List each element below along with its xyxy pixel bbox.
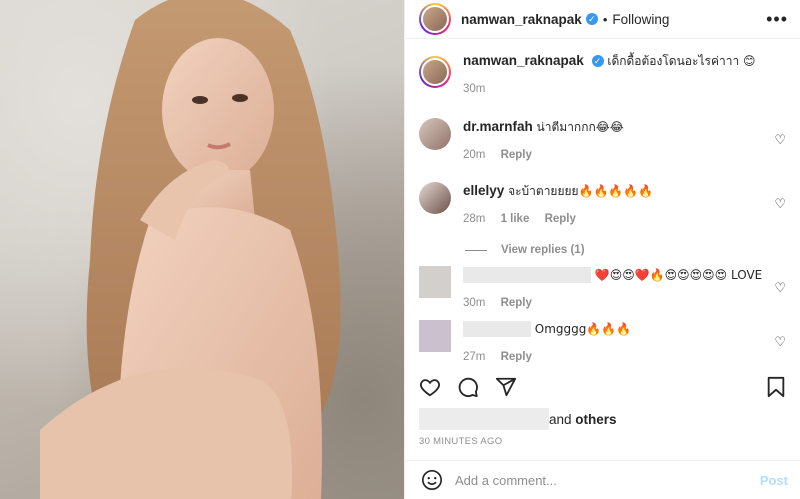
commenter-avatar[interactable] — [419, 118, 451, 150]
commenter-avatar[interactable] — [419, 320, 451, 352]
caption-time: 30m — [463, 83, 486, 95]
action-bar — [419, 374, 786, 400]
likes-others-link[interactable]: others — [575, 412, 616, 427]
caption: namwan_raknapak ✓ เด็กดื้อต้องโดนอะไรค่า… — [419, 52, 786, 98]
commenter-avatar[interactable] — [419, 266, 451, 298]
caption-username[interactable]: namwan_raknapak — [463, 53, 584, 68]
comment-item: dr.marnfah น่าตีมากกก😂😂 20m Reply ♡ — [419, 118, 786, 164]
comment-time: 30m — [463, 297, 486, 309]
author-avatar[interactable] — [419, 3, 451, 35]
view-replies-button[interactable]: View replies (1) — [465, 244, 786, 256]
reply-button[interactable]: Reply — [501, 149, 532, 161]
photo-figure — [40, 0, 341, 499]
comment-like-icon[interactable]: ♡ — [774, 334, 786, 350]
view-replies-line — [465, 249, 487, 251]
verified-badge-icon: ✓ — [585, 13, 598, 25]
comment-input[interactable] — [455, 472, 760, 488]
author-username[interactable]: namwan_raknapak — [461, 12, 582, 27]
comment-text: น่าตีมากกก😂😂 — [536, 120, 624, 134]
post-panel: namwan_raknapak ✓ • Following ••• namwan… — [404, 0, 800, 499]
comment-username[interactable]: dr.marnfah — [463, 119, 533, 134]
share-icon[interactable] — [495, 376, 517, 398]
likes-and-text: and — [549, 411, 572, 427]
post-timestamp[interactable]: 30 MINUTES AGO — [419, 436, 502, 447]
comment-item: ellelyy จะบ้าตายยยย🔥🔥🔥🔥🔥 28m 1 like Repl… — [419, 182, 786, 228]
redacted-username — [463, 267, 591, 284]
comment-text: Omgggg🔥🔥🔥 — [534, 322, 632, 336]
redacted-likers — [419, 408, 549, 430]
reply-button[interactable]: Reply — [545, 213, 576, 225]
post-photo[interactable] — [0, 0, 404, 499]
comment-likes[interactable]: 1 like — [501, 213, 530, 225]
reply-button[interactable]: Reply — [501, 297, 532, 309]
comment-like-icon[interactable]: ♡ — [774, 196, 786, 212]
comment-text: จะบ้าตายยยย🔥🔥🔥🔥🔥 — [508, 184, 654, 198]
author-avatar-small[interactable] — [419, 56, 451, 88]
comment-time: 28m — [463, 213, 486, 225]
post-header: namwan_raknapak ✓ • Following ••• — [405, 0, 800, 39]
separator-dot: • — [602, 11, 608, 27]
reply-button[interactable]: Reply — [501, 351, 532, 362]
comment-item: ❤️😍😍❤️🔥😍😍😍😍😍 LOVE 30m Reply ♡ — [419, 266, 786, 312]
post-button[interactable]: Post — [760, 473, 788, 488]
add-comment-bar: Post — [405, 460, 800, 499]
comment-text: ❤️😍😍❤️🔥😍😍😍😍😍 LOVE — [594, 268, 763, 282]
comment-like-icon[interactable]: ♡ — [774, 280, 786, 296]
heart-icon[interactable] — [419, 376, 441, 398]
comment-time: 27m — [463, 351, 486, 362]
likes-summary[interactable]: and others — [419, 408, 617, 430]
bookmark-icon[interactable] — [766, 376, 786, 398]
view-replies-label: View replies (1) — [501, 244, 585, 256]
comment-item: Omgggg🔥🔥🔥 27m Reply ♡ — [419, 320, 786, 362]
comments-list[interactable]: namwan_raknapak ✓ เด็กดื้อต้องโดนอะไรค่า… — [405, 52, 800, 362]
more-icon[interactable]: ••• — [766, 10, 788, 28]
commenter-avatar[interactable] — [419, 182, 451, 214]
caption-text: เด็กดื้อต้องโดนอะไรค่าาา 😊 — [607, 54, 756, 68]
follow-status-button[interactable]: Following — [612, 12, 669, 27]
comment-time: 20m — [463, 149, 486, 161]
comment-icon[interactable] — [457, 376, 479, 398]
comment-username[interactable]: ellelyy — [463, 183, 504, 198]
verified-badge-icon: ✓ — [591, 55, 604, 68]
smile-icon[interactable] — [421, 469, 443, 491]
comment-like-icon[interactable]: ♡ — [774, 132, 786, 148]
redacted-username — [463, 321, 531, 338]
